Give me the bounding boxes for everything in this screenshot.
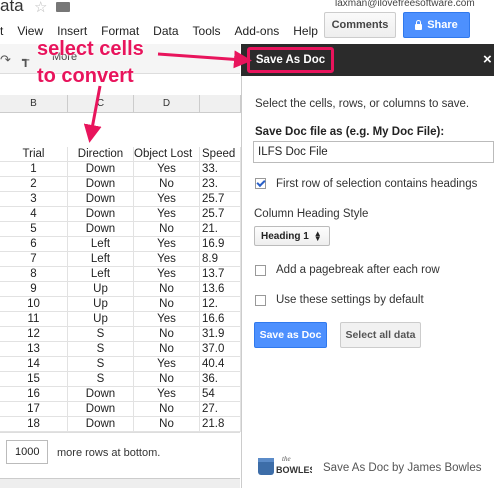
table-cell[interactable]: Left [68, 237, 134, 252]
table-row: 4 Down Yes 25.7 [0, 207, 241, 222]
table-cell[interactable]: No [134, 372, 200, 387]
table-cell[interactable]: Left [68, 252, 134, 267]
table-row: 10 Up No 12. [0, 297, 241, 312]
table-row: 15 S No 36. [0, 372, 241, 387]
heading-style-value: Heading 1 [261, 230, 309, 242]
table-cell[interactable]: 21. [200, 222, 241, 237]
table-cell[interactable]: 8.9 [200, 252, 241, 267]
table-row: 16 Down Yes 54 [0, 387, 241, 402]
table-cell[interactable]: 37.0 [200, 342, 241, 357]
svg-text:BOWLES: BOWLES [276, 465, 312, 475]
annotation-arrows [83, 50, 252, 143]
table-cell[interactable]: No [134, 402, 200, 417]
select-all-data-button[interactable]: Select all data [340, 322, 421, 348]
table-cell[interactable]: 5 [0, 222, 68, 237]
table-cell[interactable]: Yes [134, 387, 200, 402]
table-cell[interactable]: 40.4 [200, 357, 241, 372]
arrow-to-cells [83, 85, 102, 143]
table-cell[interactable]: Yes [134, 207, 200, 222]
table-cell[interactable]: 12. [200, 297, 241, 312]
table-cell[interactable]: 36. [200, 372, 241, 387]
table-cell[interactable]: S [68, 372, 134, 387]
table-cell[interactable]: 13.7 [200, 267, 241, 282]
table-cell[interactable]: 31.9 [200, 327, 241, 342]
table-row: 18 Down No 21.8 [0, 417, 241, 432]
table-cell[interactable]: 4 [0, 207, 68, 222]
add-rows-input[interactable]: 1000 [6, 440, 48, 464]
table-cell[interactable]: 11 [0, 312, 68, 327]
table-cell[interactable]: 17 [0, 402, 68, 417]
table-cell[interactable]: 25.7 [200, 207, 241, 222]
table-cell[interactable]: 27. [200, 402, 241, 417]
table-cell[interactable]: 18 [0, 417, 68, 432]
pagebreak-checkbox[interactable] [255, 265, 266, 276]
table-cell[interactable]: 16.9 [200, 237, 241, 252]
table-cell[interactable]: Left [68, 267, 134, 282]
table-cell[interactable]: 7 [0, 252, 68, 267]
table-cell[interactable]: Up [68, 282, 134, 297]
table-cell[interactable]: Down [68, 207, 134, 222]
table-row: 7 Left Yes 8.9 [0, 252, 241, 267]
table-cell[interactable]: 8 [0, 267, 68, 282]
table-row: 12 S No 31.9 [0, 327, 241, 342]
table-row: 6 Left Yes 16.9 [0, 237, 241, 252]
table-cell[interactable]: Yes [134, 312, 200, 327]
table-cell[interactable]: 12 [0, 327, 68, 342]
table-cell[interactable]: No [134, 282, 200, 297]
heading-style-select[interactable]: Heading 1 ▲ ▼ [254, 226, 330, 246]
sidebar-footer-text: Save As Doc by James Bowles [323, 462, 482, 474]
save-as-doc-button[interactable]: Save as Doc [254, 322, 327, 348]
select-arrows-icon: ▲ ▼ [313, 229, 322, 243]
table-cell[interactable]: 13 [0, 342, 68, 357]
default-settings-checkbox[interactable] [255, 295, 266, 306]
table-cell[interactable]: 9 [0, 282, 68, 297]
table-row: 8 Left Yes 13.7 [0, 267, 241, 282]
table-cell[interactable]: Down [68, 222, 134, 237]
sheet-tabs-bar [0, 478, 240, 488]
table-cell[interactable]: 21.8 [200, 417, 241, 432]
table-row: 11 Up Yes 16.6 [0, 312, 241, 327]
table-row: 9 Up No 13.6 [0, 282, 241, 297]
table-cell[interactable]: No [134, 297, 200, 312]
table-cell[interactable]: Down [68, 402, 134, 417]
arrow-to-sidebar [157, 50, 252, 69]
table-cell[interactable]: Yes [134, 252, 200, 267]
table-row: 17 Down No 27. [0, 402, 241, 417]
table-cell[interactable]: 13.6 [200, 282, 241, 297]
table-cell[interactable]: Down [68, 387, 134, 402]
table-cell[interactable]: No [134, 417, 200, 432]
table-cell[interactable]: S [68, 357, 134, 372]
table-row: 13 S No 37.0 [0, 342, 241, 357]
table-cell[interactable]: 10 [0, 297, 68, 312]
table-cell[interactable]: Up [68, 312, 134, 327]
table-cell[interactable]: No [134, 222, 200, 237]
table-cell[interactable]: S [68, 342, 134, 357]
heading-style-label: Column Heading Style [254, 208, 369, 220]
table-cell[interactable]: S [68, 327, 134, 342]
table-cell[interactable]: Yes [134, 267, 200, 282]
table-cell[interactable]: 16.6 [200, 312, 241, 327]
table-cell[interactable]: Down [68, 417, 134, 432]
pagebreak-label: Add a pagebreak after each row [276, 264, 440, 276]
table-cell[interactable]: 54 [200, 387, 241, 402]
table-cell[interactable]: Up [68, 297, 134, 312]
table-cell[interactable]: 16 [0, 387, 68, 402]
add-rows-label: more rows at bottom. [57, 447, 161, 459]
table-cell[interactable]: No [134, 327, 200, 342]
table-cell[interactable]: Yes [134, 237, 200, 252]
table-cell[interactable]: 15 [0, 372, 68, 387]
svg-text:the: the [282, 455, 291, 463]
table-cell[interactable]: 6 [0, 237, 68, 252]
table-cell[interactable]: 14 [0, 357, 68, 372]
default-settings-label: Use these settings by default [276, 294, 424, 306]
bowles-logo-icon: the BOWLES [258, 455, 312, 475]
table-cell[interactable]: No [134, 342, 200, 357]
table-row: 5 Down No 21. [0, 222, 241, 237]
table-cell[interactable]: Yes [134, 357, 200, 372]
table-row: 14 S Yes 40.4 [0, 357, 241, 372]
